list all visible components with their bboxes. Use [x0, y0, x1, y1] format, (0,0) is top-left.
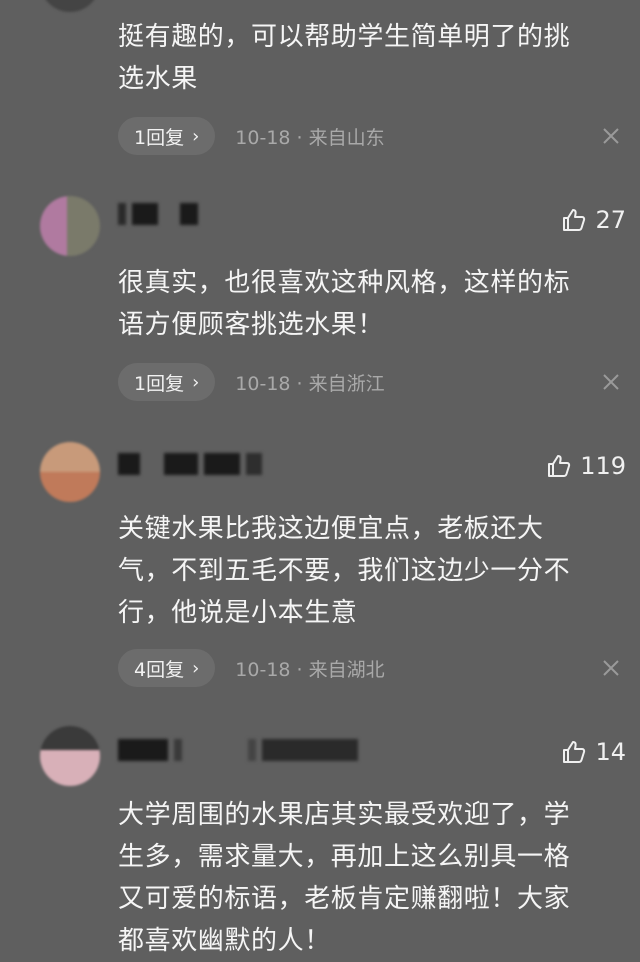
comment-meta: 10-18 · 来自浙江	[235, 372, 385, 395]
comment-line: 行，他说是小本生意	[118, 598, 358, 628]
comment-line: 很真实，也很喜欢这种风格，这样的标	[118, 268, 571, 298]
comment-text: 关键水果比我这边便宜点，老板还大 气，不到五毛不要，我们这边少一分不 行，他说是…	[118, 508, 618, 634]
username-blurred[interactable]	[118, 452, 262, 476]
comment-text: 挺有趣的，可以帮助学生简单明了的挑 选水果	[118, 16, 618, 100]
comment-line: 生多，需求量大，再加上这么别具一格	[118, 842, 571, 872]
comment-line: 都喜欢幽默的人！	[118, 926, 331, 956]
chevron-right-icon: ›	[192, 371, 200, 393]
close-icon[interactable]	[600, 125, 622, 147]
reply-count-label: 4回复	[134, 658, 185, 681]
comment-text: 大学周围的水果店其实最受欢迎了，学 生多，需求量大，再加上这么别具一格 又可爱的…	[118, 794, 618, 962]
reply-count-label: 1回复	[134, 126, 185, 149]
reply-count-label: 1回复	[134, 372, 185, 395]
avatar[interactable]	[40, 196, 100, 256]
thumbs-up-icon	[548, 455, 571, 477]
like-button[interactable]: 14	[561, 734, 626, 770]
comment-meta: 10-18 · 来自湖北	[235, 658, 385, 681]
close-icon[interactable]	[600, 657, 622, 679]
close-icon[interactable]	[600, 371, 622, 393]
reply-count-button[interactable]: 1回复 ›	[118, 117, 216, 155]
like-button[interactable]: 119	[546, 448, 626, 484]
comment-text: 很真实，也很喜欢这种风格，这样的标 语方便顾客挑选水果！	[118, 262, 618, 346]
avatar[interactable]	[40, 0, 100, 12]
like-button[interactable]: 27	[561, 202, 626, 238]
like-count: 14	[595, 738, 626, 766]
avatar[interactable]	[40, 442, 100, 502]
username-blurred[interactable]	[118, 202, 198, 226]
comment-line: 大学周围的水果店其实最受欢迎了，学	[118, 800, 571, 830]
comment-line: 选水果	[118, 64, 198, 94]
comment-line: 关键水果比我这边便宜点，老板还大	[118, 514, 544, 544]
comment-line: 挺有趣的，可以帮助学生简单明了的挑	[118, 22, 571, 52]
reply-count-button[interactable]: 4回复 ›	[118, 649, 216, 687]
avatar[interactable]	[40, 726, 100, 786]
like-count: 27	[595, 206, 626, 234]
comment-meta: 10-18 · 来自山东	[235, 126, 385, 149]
comment-line: 又可爱的标语，老板肯定赚翻啦！大家	[118, 884, 571, 914]
comment-line: 气，不到五毛不要，我们这边少一分不	[118, 556, 571, 586]
chevron-right-icon: ›	[192, 657, 200, 679]
username-blurred[interactable]	[118, 738, 358, 762]
like-count: 119	[580, 452, 626, 480]
reply-count-button[interactable]: 1回复 ›	[118, 363, 216, 401]
thumbs-up-icon	[563, 741, 586, 763]
chevron-right-icon: ›	[192, 125, 200, 147]
comment-line: 语方便顾客挑选水果！	[118, 310, 385, 340]
thumbs-up-icon	[563, 209, 586, 231]
